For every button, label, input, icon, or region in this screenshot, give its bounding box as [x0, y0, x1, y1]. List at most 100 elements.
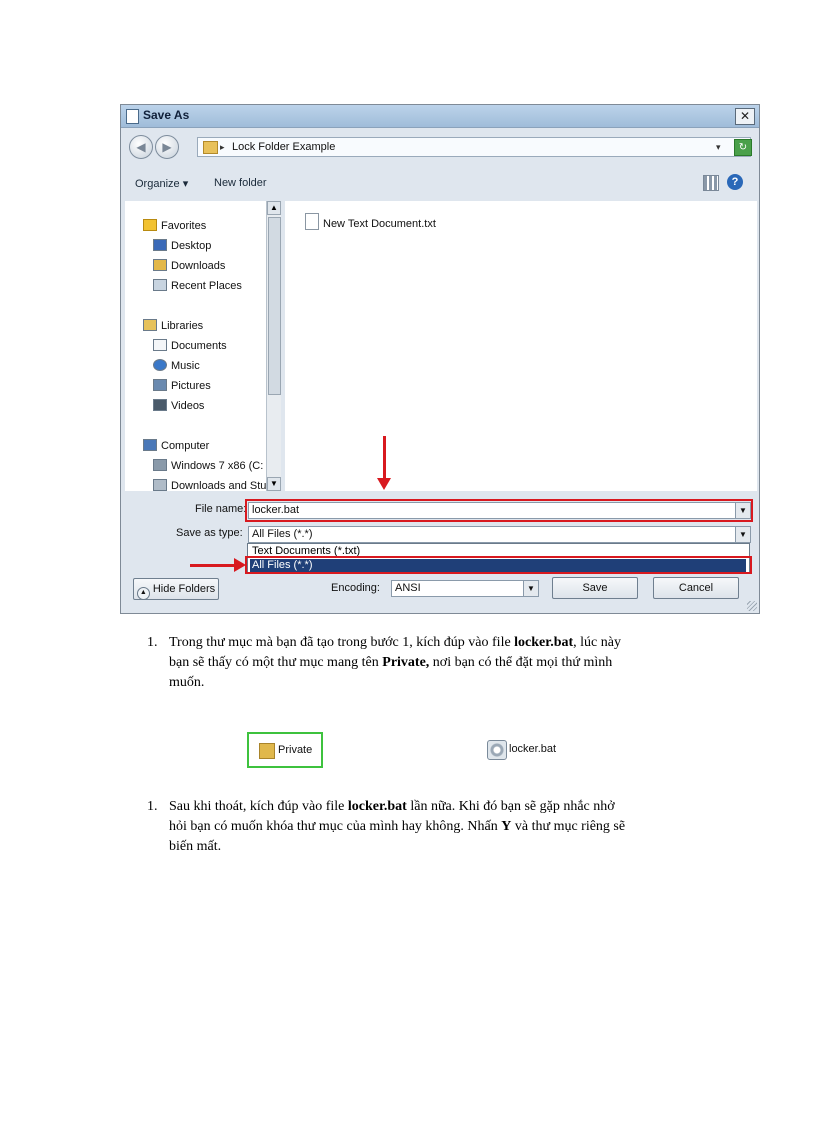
documents-icon — [153, 339, 167, 351]
drive-icon — [153, 459, 167, 471]
close-button[interactable]: ✕ — [735, 108, 755, 125]
videos-icon — [153, 399, 167, 411]
scroll-thumb[interactable] — [268, 217, 281, 395]
save-type-value: All Files (*.*) — [252, 528, 313, 540]
step-number: 1. — [147, 635, 158, 650]
nav-computer[interactable]: Computer — [143, 439, 209, 452]
music-icon — [153, 359, 167, 371]
nav-label: Favorites — [161, 220, 207, 232]
nav-downloads-drive[interactable]: Downloads and Stu — [153, 479, 266, 491]
hide-folders-button[interactable]: ▲ Hide Folders — [133, 578, 219, 600]
nav-pictures[interactable]: Pictures — [153, 379, 211, 392]
text-run: biến mất. — [169, 839, 222, 854]
recent-places-icon — [153, 279, 167, 291]
text-run: bạn sẽ thấy có một thư mục mang tên — [169, 655, 383, 670]
nav-favorites[interactable]: Favorites — [143, 219, 206, 232]
locker-file-label: locker.bat — [509, 743, 557, 755]
view-options-icon[interactable] — [703, 175, 719, 191]
private-folder-highlight: Private — [247, 732, 323, 768]
batch-file-icon — [487, 740, 507, 760]
key-bold: Y — [501, 819, 512, 834]
pictures-icon — [153, 379, 167, 391]
address-row: ◀ ▶ ▸ Lock Folder Example ▾ ↻ — [121, 129, 759, 163]
forward-button[interactable]: ▶ — [155, 135, 179, 159]
save-button[interactable]: Save — [552, 577, 638, 599]
red-arrow-down-head — [377, 478, 391, 490]
save-type-dropdown-icon[interactable]: ▼ — [735, 527, 750, 542]
text-document-icon — [305, 213, 319, 230]
nav-libraries[interactable]: Libraries — [143, 319, 203, 332]
save-as-dialog: Save As ✕ ◀ ▶ ▸ Lock Folder Example ▾ ↻ … — [120, 104, 760, 614]
text-run: hỏi bạn có muốn khóa thư mục của mình ha… — [169, 819, 502, 834]
nav-label: Videos — [171, 400, 205, 412]
chevron-up-icon: ▲ — [136, 587, 150, 600]
breadcrumb-path[interactable]: Lock Folder Example — [232, 138, 335, 156]
address-dropdown-icon[interactable]: ▾ — [716, 138, 721, 156]
folder-icon — [203, 141, 218, 154]
nav-label: Libraries — [161, 320, 204, 332]
nav-label: Downloads and Stu — [171, 480, 267, 491]
locker-bat-file: locker.bat — [487, 740, 587, 760]
computer-icon — [143, 439, 157, 451]
scroll-down-icon[interactable]: ▼ — [267, 477, 281, 491]
nav-scrollbar[interactable]: ▲ ▼ — [266, 201, 281, 491]
dialog-title: Save As — [143, 108, 190, 122]
step-text: Sau khi thoát, kích đúp vào file locker.… — [169, 797, 625, 857]
nav-videos[interactable]: Videos — [153, 399, 204, 412]
dialog-titlebar: Save As ✕ — [121, 105, 759, 128]
nav-documents[interactable]: Documents — [153, 339, 227, 352]
step-number: 1. — [147, 799, 158, 814]
save-type-label: Save as type: — [176, 527, 243, 539]
text-run: và thư mục riêng sẽ — [511, 819, 626, 834]
nav-music[interactable]: Music — [153, 359, 200, 372]
downloads-icon — [153, 259, 167, 271]
all-files-highlight — [245, 556, 752, 574]
file-name: New Text Document.txt — [323, 218, 436, 230]
text-run: Trong thư mục mà bạn đã tạo trong bước 1… — [169, 635, 515, 650]
resize-grip[interactable] — [747, 601, 757, 611]
file-name-label: File name: — [195, 503, 247, 515]
save-type-select[interactable]: All Files (*.*) ▼ — [248, 526, 751, 543]
breadcrumb-chevron: ▸ — [220, 142, 225, 152]
text-run: , lúc này — [573, 635, 621, 650]
notepad-icon — [126, 109, 139, 124]
cancel-button[interactable]: Cancel — [653, 577, 739, 599]
nav-desktop[interactable]: Desktop — [153, 239, 211, 252]
step-text: Trong thư mục mà bạn đã tạo trong bước 1… — [169, 633, 621, 693]
encoding-value: ANSI — [395, 582, 421, 594]
text-run: muốn. — [169, 675, 205, 690]
nav-downloads[interactable]: Downloads — [153, 259, 225, 272]
nav-label: Downloads — [171, 260, 226, 272]
file-item[interactable]: New Text Document.txt — [305, 213, 436, 230]
scroll-up-icon[interactable]: ▲ — [267, 201, 281, 215]
nav-recent-places[interactable]: Recent Places — [153, 279, 242, 292]
libraries-icon — [143, 319, 157, 331]
private-folder-label: Private — [278, 744, 313, 756]
organize-menu[interactable]: Organize ▾ — [135, 177, 188, 190]
folder-name-bold: Private, — [382, 655, 430, 670]
encoding-select[interactable]: ANSI ▼ — [391, 580, 539, 597]
filename-bold: locker.bat — [514, 635, 574, 650]
new-folder-button[interactable]: New folder — [214, 177, 267, 189]
nav-label: Music — [171, 360, 200, 372]
red-arrow-right-head — [234, 558, 246, 572]
file-list: New Text Document.txt — [285, 201, 757, 491]
command-bar: Organize ▾ New folder ? — [121, 165, 759, 199]
help-icon[interactable]: ? — [727, 174, 743, 190]
file-name-highlight — [245, 499, 753, 522]
red-arrow-right — [190, 564, 236, 567]
address-bar[interactable]: ▸ Lock Folder Example ▾ ↻ — [197, 137, 752, 157]
nav-label: Computer — [161, 440, 210, 452]
nav-windows-drive[interactable]: Windows 7 x86 (C: — [153, 459, 263, 472]
refresh-icon[interactable]: ↻ — [734, 139, 752, 156]
nav-label: Windows 7 x86 (C: — [171, 460, 264, 472]
hide-folders-label: Hide Folders — [152, 583, 216, 595]
drive-icon — [153, 479, 167, 491]
encoding-label: Encoding: — [331, 582, 380, 594]
encoding-dropdown-icon[interactable]: ▼ — [523, 581, 538, 596]
folder-icon — [259, 743, 275, 759]
text-run: nơi bạn có thể đặt mọi thứ mình — [429, 655, 613, 670]
filename-bold: locker.bat — [347, 799, 407, 814]
back-button[interactable]: ◀ — [129, 135, 153, 159]
red-arrow-down — [383, 436, 386, 480]
